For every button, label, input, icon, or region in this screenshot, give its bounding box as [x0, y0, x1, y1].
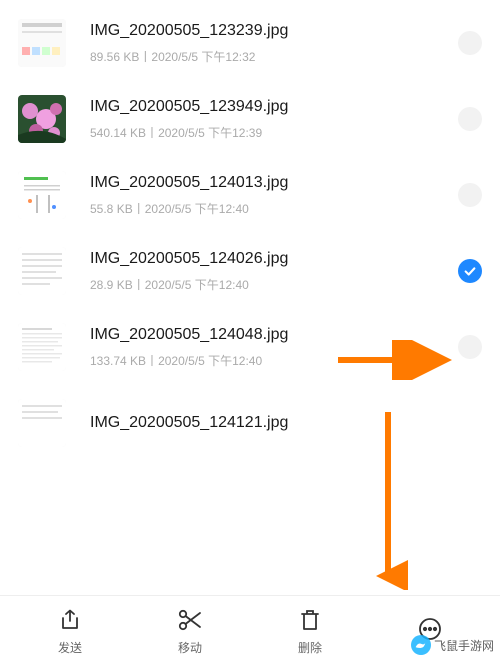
watermark-text: 飞鼠手游网	[434, 637, 494, 654]
file-thumbnail	[18, 171, 66, 219]
file-info: IMG_20200505_124026.jpg 28.9 KB丨2020/5/5…	[90, 250, 446, 293]
delete-label: 删除	[298, 639, 322, 656]
bottom-action-bar: 发送 移动 删除	[0, 595, 500, 667]
file-thumbnail	[18, 399, 66, 447]
move-label: 移动	[178, 639, 202, 656]
file-name: IMG_20200505_123949.jpg	[90, 98, 446, 116]
file-thumbnail	[18, 247, 66, 295]
file-thumbnail	[18, 95, 66, 143]
file-thumbnail	[18, 19, 66, 67]
select-circle[interactable]	[458, 107, 482, 131]
share-icon	[57, 607, 83, 633]
file-name: IMG_20200505_124013.jpg	[90, 174, 446, 192]
file-info: IMG_20200505_123949.jpg 540.14 KB丨2020/5…	[90, 98, 446, 141]
send-button[interactable]: 发送	[35, 607, 105, 656]
scissors-icon	[177, 607, 203, 633]
select-circle[interactable]	[458, 31, 482, 55]
trash-icon	[297, 607, 323, 633]
file-item[interactable]: IMG_20200505_124048.jpg 133.74 KB丨2020/5…	[0, 309, 500, 385]
file-info: IMG_20200505_124121.jpg	[90, 414, 482, 432]
move-button[interactable]: 移动	[155, 607, 225, 656]
file-info: IMG_20200505_123239.jpg 89.56 KB丨2020/5/…	[90, 22, 446, 65]
send-label: 发送	[58, 639, 82, 656]
file-thumbnail	[18, 323, 66, 371]
select-circle[interactable]	[458, 183, 482, 207]
watermark-logo	[411, 635, 431, 655]
file-meta: 55.8 KB丨2020/5/5 下午12:40	[90, 200, 446, 217]
file-item[interactable]: IMG_20200505_123239.jpg 89.56 KB丨2020/5/…	[0, 5, 500, 81]
file-name: IMG_20200505_124048.jpg	[90, 326, 446, 344]
file-info: IMG_20200505_124013.jpg 55.8 KB丨2020/5/5…	[90, 174, 446, 217]
file-meta: 89.56 KB丨2020/5/5 下午12:32	[90, 48, 446, 65]
check-icon	[463, 264, 477, 278]
file-name: IMG_20200505_124121.jpg	[90, 414, 482, 432]
file-list: IMG_20200505_123239.jpg 89.56 KB丨2020/5/…	[0, 0, 500, 447]
file-item[interactable]: IMG_20200505_124013.jpg 55.8 KB丨2020/5/5…	[0, 157, 500, 233]
file-info: IMG_20200505_124048.jpg 133.74 KB丨2020/5…	[90, 326, 446, 369]
select-circle-checked[interactable]	[458, 259, 482, 283]
select-circle[interactable]	[458, 335, 482, 359]
file-item[interactable]: IMG_20200505_123949.jpg 540.14 KB丨2020/5…	[0, 81, 500, 157]
file-meta: 133.74 KB丨2020/5/5 下午12:40	[90, 352, 446, 369]
delete-button[interactable]: 删除	[275, 607, 345, 656]
file-name: IMG_20200505_124026.jpg	[90, 250, 446, 268]
file-meta: 28.9 KB丨2020/5/5 下午12:40	[90, 276, 446, 293]
file-meta: 540.14 KB丨2020/5/5 下午12:39	[90, 124, 446, 141]
file-item[interactable]: IMG_20200505_124026.jpg 28.9 KB丨2020/5/5…	[0, 233, 500, 309]
watermark: 飞鼠手游网	[411, 635, 494, 655]
file-item[interactable]: IMG_20200505_124121.jpg	[0, 385, 500, 447]
file-name: IMG_20200505_123239.jpg	[90, 22, 446, 40]
